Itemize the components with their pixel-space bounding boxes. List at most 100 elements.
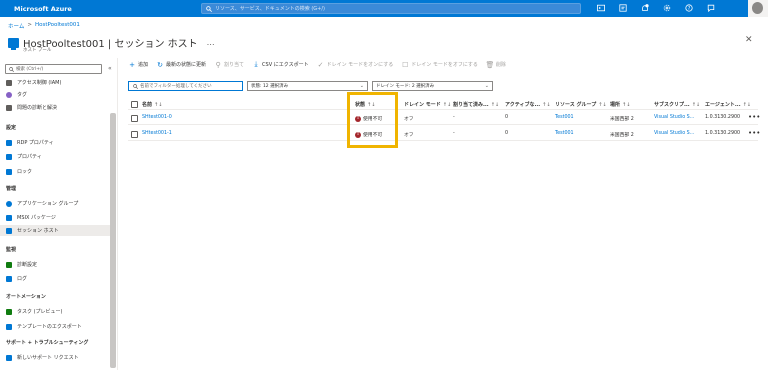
notifications-icon[interactable] — [640, 3, 649, 13]
menu-search-input[interactable]: 検索 (Ctrl+/) — [5, 64, 102, 74]
row-more-button[interactable]: ••• — [748, 129, 760, 137]
location-cell: 米国西部 2 — [610, 133, 634, 138]
tasks-icon — [6, 308, 12, 315]
subscription-link[interactable]: Visual Studio S... — [654, 115, 694, 120]
drain-off-button[interactable]: ☐ ドレイン モードをオフにする — [402, 60, 478, 69]
name-filter-placeholder: 名前でフィルター処理してください — [140, 84, 212, 89]
column-subscription[interactable]: サブスクリプ... ↑↓ — [654, 101, 700, 108]
support-icon — [6, 354, 12, 361]
tag-icon — [6, 91, 12, 98]
resource-group-link[interactable]: Test001 — [555, 115, 574, 120]
session-host-link[interactable]: SHtest001-1 — [142, 131, 172, 136]
sidebar-item-tags[interactable]: タグ — [6, 89, 110, 100]
refresh-button[interactable]: ↻ 最新の状態に更新 — [157, 60, 207, 69]
column-assigned-label: 割り当て済み... — [453, 102, 489, 108]
sidebar-item-label: MSIX パッケージ — [17, 215, 56, 221]
export-label: CSV にエクスポート — [262, 62, 309, 68]
breadcrumb-hostpool[interactable]: HostPooltest001 — [35, 22, 80, 30]
status-filter-value: 状態: 12 選択済み — [251, 84, 289, 89]
settings-icon[interactable] — [662, 3, 671, 13]
sidebar-item-export-template[interactable]: テンプレートのエクスポート — [6, 321, 110, 332]
sidebar-item-diagnose[interactable]: 問題の診断と解決 — [6, 102, 110, 113]
table-row[interactable]: SHtest001-1 ! 使用不可 オフ - 0 Test001 米国西部 2… — [128, 127, 760, 141]
drain-off-label: ドレイン モードをオフにする — [411, 62, 478, 68]
table-row[interactable]: SHtest001-0 ! 使用不可 オフ - 0 Test001 米国西部 2… — [128, 111, 760, 125]
column-assigned[interactable]: 割り当て済み... ↑↓ — [453, 101, 499, 108]
section-settings: 設定 — [6, 125, 17, 131]
check-icon: ✓ — [317, 60, 324, 69]
section-automation: オートメーション — [6, 294, 46, 300]
brand-name[interactable]: Microsoft Azure — [14, 5, 184, 13]
sidebar-item-iam[interactable]: アクセス制御 (IAM) — [6, 77, 110, 88]
sidebar-item-label: ロック — [17, 169, 33, 175]
sidebar-item-app-groups[interactable]: アプリケーション グループ — [6, 198, 110, 209]
export-csv-button[interactable]: ⤓ CSV にエクスポート — [253, 60, 309, 68]
plus-icon: + — [129, 60, 135, 69]
more-options-button[interactable]: … — [207, 38, 215, 47]
search-icon — [133, 83, 138, 89]
active-cell: 0 — [505, 131, 509, 136]
sidebar-item-locks[interactable]: ロック — [6, 166, 110, 177]
column-active[interactable]: アクティブな... ↑↓ — [505, 101, 551, 108]
sort-icon: ↑↓ — [154, 102, 163, 108]
trash-icon: 🗑 — [485, 60, 495, 69]
column-agent[interactable]: エージェント... ↑↓ — [705, 101, 751, 108]
sidebar-item-label: アプリケーション グループ — [17, 201, 79, 207]
sidebar-item-diagnostic-settings[interactable]: 診断設定 — [6, 259, 110, 270]
session-host-link[interactable]: SHtest001-0 — [142, 115, 172, 120]
column-name[interactable]: 名前 ↑↓ — [142, 101, 162, 108]
column-rg-label: リソース グループ — [555, 102, 597, 108]
export-icon — [6, 323, 12, 330]
delete-button[interactable]: 🗑 削除 — [485, 60, 505, 69]
drain-cell: オフ — [404, 117, 414, 122]
refresh-label: 最新の状態に更新 — [166, 62, 207, 68]
row-checkbox[interactable] — [131, 131, 138, 138]
section-manage: 管理 — [6, 186, 17, 192]
cloud-shell-icon[interactable] — [596, 3, 605, 13]
download-icon: ⤓ — [254, 60, 258, 68]
breadcrumb-home[interactable]: ホーム — [8, 22, 24, 30]
sidebar-item-properties[interactable]: プロパティ — [6, 151, 110, 162]
resource-group-link[interactable]: Test001 — [555, 131, 574, 136]
row-checkbox[interactable] — [131, 115, 138, 122]
column-resource-group[interactable]: リソース グループ ↑↓ — [555, 101, 607, 108]
agent-cell: 1.0.3130.2900 — [705, 131, 741, 136]
sidebar-item-label: セッション ホスト — [17, 228, 59, 234]
properties-icon — [6, 139, 12, 146]
sidebar-item-session-hosts[interactable]: セッション ホスト — [0, 225, 110, 236]
sidebar-item-msix[interactable]: MSIX パッケージ — [6, 212, 110, 223]
menu-scrollbar[interactable] — [110, 113, 116, 368]
monitor-icon — [6, 227, 12, 234]
avatar[interactable] — [752, 2, 763, 14]
sidebar-item-rdp-properties[interactable]: RDP プロパティ — [6, 137, 110, 148]
status-filter-dropdown[interactable]: 状態: 12 選択済み ⌄ — [247, 81, 368, 91]
column-drain-mode[interactable]: ドレイン モード ↑↓ — [404, 101, 451, 108]
checkbox-icon: ☐ — [402, 60, 409, 69]
close-icon[interactable]: ✕ — [745, 35, 753, 45]
sidebar-item-label: アクセス制御 (IAM) — [17, 80, 62, 86]
sort-icon: ↑↓ — [490, 102, 500, 108]
assign-button[interactable]: ⚲ 割り当て — [215, 61, 244, 69]
section-support: サポート + トラブルシューティング — [6, 340, 89, 346]
people-icon — [6, 79, 12, 86]
directory-filter-icon[interactable] — [618, 3, 627, 13]
subscription-link[interactable]: Visual Studio S... — [654, 131, 694, 136]
feedback-icon[interactable] — [706, 3, 715, 13]
row-more-button[interactable]: ••• — [748, 113, 760, 121]
properties-icon — [6, 153, 12, 160]
add-button[interactable]: + 追加 — [129, 60, 148, 69]
sidebar-item-tasks[interactable]: タスク (プレビュー) — [6, 306, 110, 317]
search-icon — [9, 66, 14, 72]
collapse-menu-button[interactable]: « — [108, 65, 112, 72]
drain-on-button[interactable]: ✓ ドレイン モードをオンにする — [317, 60, 394, 69]
help-icon[interactable]: ? — [684, 3, 693, 13]
drain-filter-dropdown[interactable]: ドレイン モード: 2 選択済み ⌄ — [372, 81, 493, 91]
sidebar-item-support-request[interactable]: 新しいサポート リクエスト — [6, 352, 110, 363]
column-location[interactable]: 場所 ↑↓ — [610, 101, 630, 108]
select-all-checkbox[interactable] — [131, 101, 138, 108]
refresh-icon: ↻ — [157, 60, 163, 69]
global-search-input[interactable]: リソース、サービス、ドキュメントの検索 (G+/) — [201, 3, 581, 14]
table-header: 名前 ↑↓ 状態 ↑↓ ドレイン モード ↑↓ 割り当て済み... ↑↓ アクティブな.… — [128, 99, 758, 110]
name-filter-input[interactable]: 名前でフィルター処理してください — [128, 81, 243, 91]
sidebar-item-logs[interactable]: ログ — [6, 273, 110, 284]
